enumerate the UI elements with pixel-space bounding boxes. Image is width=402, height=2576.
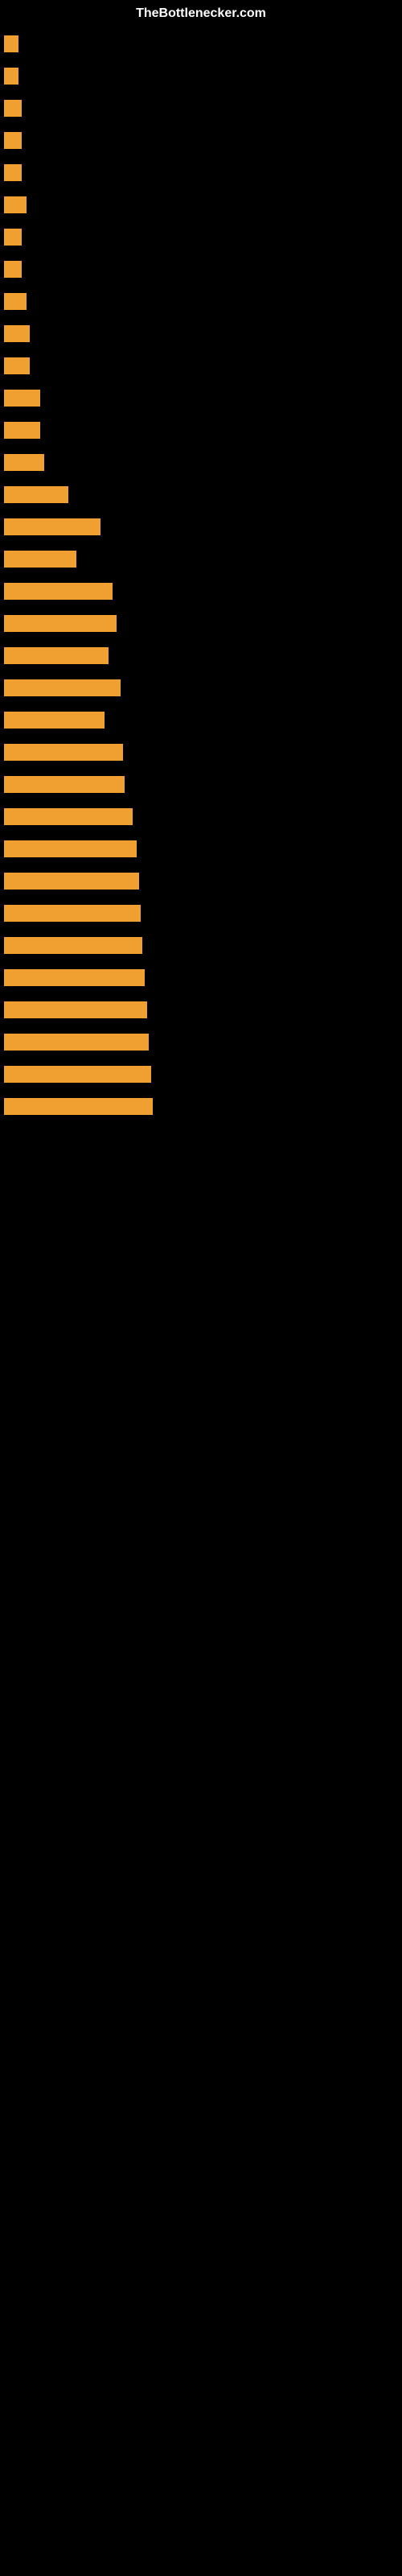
bar-row-23: Bottleneck result [4, 744, 398, 765]
bar-row-24: Bottleneck result [4, 776, 398, 797]
bar-row-30: Bottleneck result [4, 969, 398, 990]
bar-label-23: Bottleneck result [4, 744, 123, 761]
bar-row-25: Bottleneck result [4, 808, 398, 829]
bar-label-11: Bott [4, 357, 30, 374]
bar-row-14: Bottler [4, 454, 398, 475]
bar-row-9: Bot [4, 293, 398, 314]
bar-label-18: Bottleneck result [4, 583, 113, 600]
bar-row-31: Bottleneck result [4, 1001, 398, 1022]
bar-label-34: Bottleneck result [4, 1098, 153, 1115]
bar-label-16: Bottleneck resu [4, 518, 100, 535]
bar-label-17: Bottleneck r [4, 551, 76, 568]
bar-label-8: Bo [4, 261, 22, 278]
bar-label-19: Bottleneck result [4, 615, 117, 632]
bar-label-32: Bottleneck result [4, 1034, 149, 1051]
bar-row-17: Bottleneck r [4, 551, 398, 572]
bar-label-6: Bot [4, 196, 27, 213]
bar-label-3: Bo [4, 100, 22, 117]
bar-row-2: B [4, 68, 398, 89]
bar-label-9: Bot [4, 293, 27, 310]
bar-label-20: Bottleneck resul [4, 647, 109, 664]
bar-row-18: Bottleneck result [4, 583, 398, 604]
bar-row-21: Bottleneck result [4, 679, 398, 700]
bar-row-3: Bo [4, 100, 398, 121]
bar-label-33: Bottleneck result [4, 1066, 151, 1083]
bar-row-19: Bottleneck result [4, 615, 398, 636]
bar-row-27: Bottleneck result [4, 873, 398, 894]
bar-row-5: Bo [4, 164, 398, 185]
bar-label-27: Bottleneck result [4, 873, 139, 890]
bar-label-7: Bo [4, 229, 22, 246]
bar-row-29: Bottleneck result [4, 937, 398, 958]
bar-row-28: Bottleneck result [4, 905, 398, 926]
bar-row-16: Bottleneck resu [4, 518, 398, 539]
bar-row-33: Bottleneck result [4, 1066, 398, 1087]
bar-row-22: Bottleneck resu [4, 712, 398, 733]
bar-label-1: B [4, 35, 18, 52]
bar-label-26: Bottleneck result [4, 840, 137, 857]
bar-row-1: B [4, 35, 398, 56]
bar-row-20: Bottleneck resul [4, 647, 398, 668]
bar-label-13: Bottle [4, 422, 40, 439]
bar-label-21: Bottleneck result [4, 679, 121, 696]
bar-label-31: Bottleneck result [4, 1001, 147, 1018]
bar-label-14: Bottler [4, 454, 44, 471]
site-title: TheBottlenecker.com [0, 0, 402, 27]
bar-label-30: Bottleneck result [4, 969, 145, 986]
bar-row-32: Bottleneck result [4, 1034, 398, 1055]
bar-label-4: Bo [4, 132, 22, 149]
bar-label-22: Bottleneck resu [4, 712, 105, 729]
bar-label-10: Bott [4, 325, 30, 342]
bar-row-12: Bottle [4, 390, 398, 411]
bar-row-26: Bottleneck result [4, 840, 398, 861]
bar-row-6: Bot [4, 196, 398, 217]
bar-label-15: Bottleneck [4, 486, 68, 503]
bars-container: BB Bo Bo Bo Bot Bo Bo Bot Bott Bott Bottle Bottle Bo… [0, 27, 402, 1138]
bar-row-8: Bo [4, 261, 398, 282]
bar-label-25: Bottleneck result [4, 808, 133, 825]
bar-label-24: Bottleneck result [4, 776, 125, 793]
bar-label-5: Bo [4, 164, 22, 181]
bar-row-13: Bottle [4, 422, 398, 443]
bar-label-12: Bottle [4, 390, 40, 407]
bar-row-4: Bo [4, 132, 398, 153]
bar-row-34: Bottleneck result [4, 1098, 398, 1119]
bar-row-11: Bott [4, 357, 398, 378]
bar-label-28: Bottleneck result [4, 905, 141, 922]
bar-label-2: B [4, 68, 18, 85]
bar-row-10: Bott [4, 325, 398, 346]
bar-row-7: Bo [4, 229, 398, 250]
bar-row-15: Bottleneck [4, 486, 398, 507]
bar-label-29: Bottleneck result [4, 937, 142, 954]
